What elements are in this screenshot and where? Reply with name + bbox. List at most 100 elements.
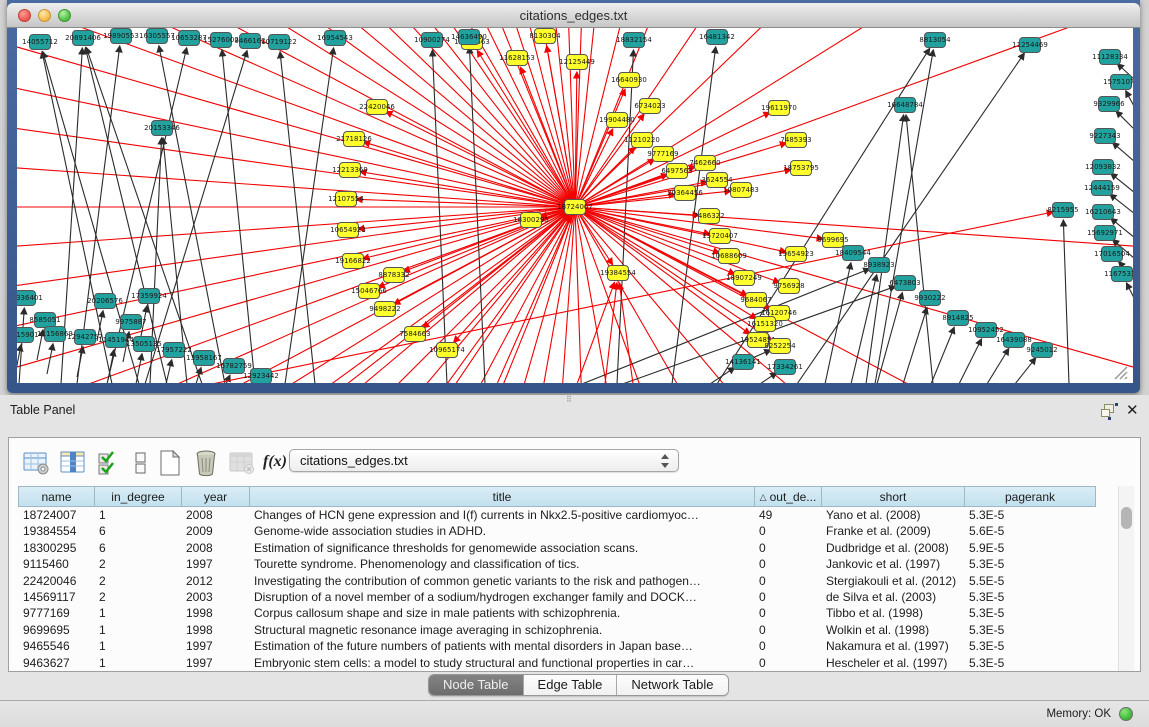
- graph-node-9756928[interactable]: 9756928: [773, 279, 804, 294]
- graph-node-21718126[interactable]: 21718126: [336, 132, 372, 147]
- graph-node-10807483[interactable]: 10807483: [723, 183, 759, 198]
- right-edge-strip: [1140, 0, 1149, 395]
- graph-node-8938923[interactable]: 8938923: [863, 258, 894, 273]
- graph-node-18832154[interactable]: 18832154: [616, 33, 652, 48]
- new-table-icon[interactable]: [155, 448, 185, 478]
- column-header-short[interactable]: short: [821, 486, 964, 507]
- graph-node-9699695[interactable]: 9699695: [817, 233, 848, 248]
- graph-node-16305557[interactable]: 16305557: [139, 29, 175, 44]
- column-header-pagerank[interactable]: pagerank: [964, 486, 1096, 507]
- graph-edge: [605, 283, 617, 383]
- graph-edge: [757, 373, 777, 383]
- table-row[interactable]: 946554611997Estimation of the future num…: [18, 638, 1096, 654]
- column-header-title[interactable]: title: [249, 486, 754, 507]
- table-row[interactable]: 2242004622012Investigating the contribut…: [18, 573, 1096, 589]
- graph-node-19654923[interactable]: 19654923: [778, 247, 814, 262]
- graph-node-11675330[interactable]: 11675330: [1104, 267, 1133, 282]
- table-row[interactable]: 977716911998Corpus callosum shape and si…: [18, 605, 1096, 621]
- graph-node-11254469[interactable]: 11254469: [1012, 38, 1048, 53]
- graph-edge: [77, 347, 83, 377]
- graph-node-19384554[interactable]: 19384554: [600, 266, 636, 281]
- graph-node-16640930[interactable]: 16640930: [611, 73, 647, 88]
- graph-node-12336401[interactable]: 12336401: [17, 291, 43, 306]
- column-header-in_degree[interactable]: in_degree: [94, 486, 181, 507]
- graph-node-12213369[interactable]: 12213369: [332, 163, 368, 178]
- tab-edge-table[interactable]: Edge Table: [524, 675, 618, 695]
- table-row[interactable]: 969969511998Structural magnetic resonanc…: [18, 622, 1096, 638]
- show-columns-icon[interactable]: [58, 448, 88, 478]
- table-row[interactable]: 1456911722003Disruption of a novel membe…: [18, 589, 1096, 605]
- table-settings-icon[interactable]: [21, 448, 51, 478]
- graph-node-11128334[interactable]: 11128334: [1092, 50, 1128, 65]
- graph-node-9329966[interactable]: 9329966: [1093, 97, 1125, 112]
- clear-selection-icon[interactable]: [127, 448, 157, 478]
- table-row[interactable]: 1938455462009Genome-wide association stu…: [18, 523, 1096, 539]
- table-panel: ⠿ Table Panel ✕ f(x) citations_edges.txt: [0, 395, 1149, 727]
- splitter-grip[interactable]: ⠿: [566, 397, 580, 403]
- table-row[interactable]: 1872400712008Changes of HCN gene express…: [18, 507, 1096, 523]
- cell-pagerank: 5.3E-5: [964, 605, 1096, 621]
- graph-node-22420046[interactable]: 22420046: [359, 100, 395, 115]
- graph-edge: [17, 28, 575, 207]
- close-panel-icon[interactable]: ✕: [1126, 401, 1139, 419]
- graph-node-16481342[interactable]: 16481342: [699, 30, 735, 45]
- memory-status-icon[interactable]: [1119, 707, 1133, 721]
- graph-node-10654923[interactable]: 10654923: [330, 223, 366, 238]
- graph-node-19890553[interactable]: 19890553: [103, 29, 139, 44]
- canvas-resize-grip[interactable]: [1115, 367, 1127, 379]
- graph-node-17016504[interactable]: 17016504: [1094, 247, 1130, 262]
- network-canvas[interactable]: 1872400722420046217181261221336912107554…: [17, 28, 1133, 383]
- graph-node-7462660[interactable]: 7462660: [689, 156, 720, 171]
- graph-node-8813054[interactable]: 8813054: [919, 33, 951, 48]
- citation-network-graph[interactable]: 1872400722420046217181261221336912107554…: [17, 28, 1133, 383]
- graph-node-8215955[interactable]: 8215955: [1047, 203, 1078, 218]
- graph-node-8878332[interactable]: 8878332: [378, 268, 409, 283]
- graph-node-17359924[interactable]: 17359924: [131, 289, 167, 304]
- graph-node-7485393[interactable]: 7485393: [780, 133, 811, 148]
- graph-node-16648784[interactable]: 16648784: [887, 98, 923, 113]
- tab-network-table[interactable]: Network Table: [617, 675, 727, 695]
- graph-node-14055712[interactable]: 14055712: [22, 35, 58, 50]
- tab-node-table[interactable]: Node Table: [429, 675, 524, 695]
- graph-node-10719122[interactable]: 10719122: [261, 35, 297, 50]
- table-row[interactable]: 911546021997Tourette syndrome. Phenomeno…: [18, 556, 1096, 572]
- graph-node-15692971[interactable]: 15692971: [1087, 226, 1123, 241]
- graph-node-15720407[interactable]: 15720407: [702, 229, 738, 244]
- graph-node-10688609[interactable]: 10688609: [711, 249, 747, 264]
- graph-node-12444159[interactable]: 12444159: [1084, 181, 1120, 196]
- delete-entries-icon[interactable]: [191, 448, 221, 478]
- delete-table-icon[interactable]: [227, 448, 257, 478]
- graph-node-12107554[interactable]: 12107554: [328, 192, 364, 207]
- graph-node-9227343[interactable]: 9227343: [1089, 129, 1120, 144]
- scrollbar-thumb[interactable]: [1121, 507, 1132, 529]
- graph-node-12093832[interactable]: 12093832: [1085, 160, 1121, 175]
- graph-node-15751074[interactable]: 15751074: [1103, 75, 1133, 90]
- graph-node-8585051[interactable]: 8585051: [29, 313, 60, 328]
- graph-node-9930222[interactable]: 9930222: [914, 291, 945, 306]
- svg-text:18907249: 18907249: [726, 274, 762, 282]
- table-row[interactable]: 1830029562008Estimation of significance …: [18, 540, 1096, 556]
- graph-node-16954543[interactable]: 16954543: [317, 31, 353, 46]
- column-header-out_de[interactable]: △out_de...: [754, 486, 821, 507]
- graph-node-9245012[interactable]: 9245012: [1026, 343, 1057, 358]
- vertical-scrollbar[interactable]: [1118, 486, 1134, 671]
- window-titlebar[interactable]: citations_edges.txt: [7, 3, 1140, 28]
- graph-node-3915901[interactable]: 3915901: [17, 328, 39, 343]
- column-header-year[interactable]: year: [181, 486, 249, 507]
- float-panel-icon[interactable]: [1101, 404, 1118, 419]
- graph-node-20153346[interactable]: 20153346: [144, 121, 180, 136]
- cell-year: 1998: [181, 605, 249, 621]
- table-selector-dropdown[interactable]: citations_edges.txt: [289, 449, 679, 472]
- graph-node-19166822[interactable]: 19166822: [335, 254, 371, 269]
- select-all-icon[interactable]: [95, 448, 125, 478]
- graph-node-20206576[interactable]: 20206576: [87, 294, 123, 309]
- graph-node-10653287[interactable]: 10653287: [171, 31, 207, 46]
- graph-node-19611970[interactable]: 19611970: [761, 101, 797, 116]
- graph-node-8252254[interactable]: 8252254: [764, 339, 796, 354]
- graph-node-7486322[interactable]: 7486322: [693, 209, 724, 224]
- graph-node-18753795[interactable]: 18753795: [783, 161, 819, 176]
- column-header-name[interactable]: name: [18, 486, 94, 507]
- graph-node-8914825[interactable]: 8914825: [942, 311, 973, 326]
- table-row[interactable]: 946362711997Embryonic stem cells: a mode…: [18, 655, 1096, 671]
- graph-node-16210643[interactable]: 16210643: [1085, 205, 1121, 220]
